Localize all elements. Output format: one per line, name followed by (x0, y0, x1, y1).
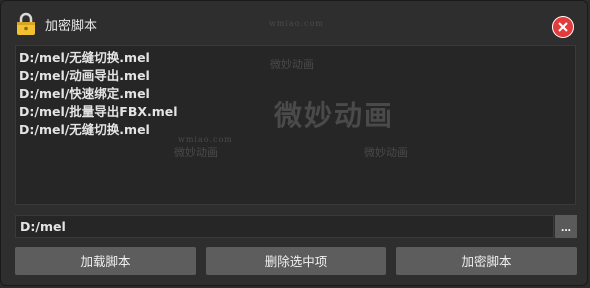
list-item[interactable]: D:/mel/批量导出FBX.mel (16, 103, 575, 121)
path-field[interactable] (15, 215, 554, 238)
delete-selected-button[interactable]: 删除选中项 (206, 247, 386, 275)
encrypt-script-button[interactable]: 加密脚本 (396, 247, 577, 275)
close-icon (558, 22, 568, 32)
script-list[interactable]: 微妙动画 微妙动画 微妙动画 微妙动画 wmiao.com D:/mel/无缝切… (15, 45, 576, 205)
close-button[interactable] (552, 16, 574, 38)
title-bar: 加密脚本 (1, 1, 589, 38)
watermark-brand: 微妙动画 (174, 146, 218, 159)
list-item[interactable]: D:/mel/无缝切换.mel (16, 49, 575, 67)
load-script-button[interactable]: 加载脚本 (15, 247, 196, 275)
encrypt-script-window: 加密脚本 wmiao.com 微妙动画 微妙动画 微妙动画 微妙动画 wmiao… (0, 0, 588, 286)
lock-icon (16, 12, 36, 36)
list-item[interactable]: D:/mel/快速绑定.mel (16, 85, 575, 103)
window-title: 加密脚本 (45, 19, 98, 34)
list-item[interactable]: D:/mel/无缝切换.mel (16, 121, 575, 139)
browse-button[interactable]: ... (555, 215, 577, 238)
watermark-brand: 微妙动画 (364, 146, 408, 159)
list-item[interactable]: D:/mel/动画导出.mel (16, 67, 575, 85)
